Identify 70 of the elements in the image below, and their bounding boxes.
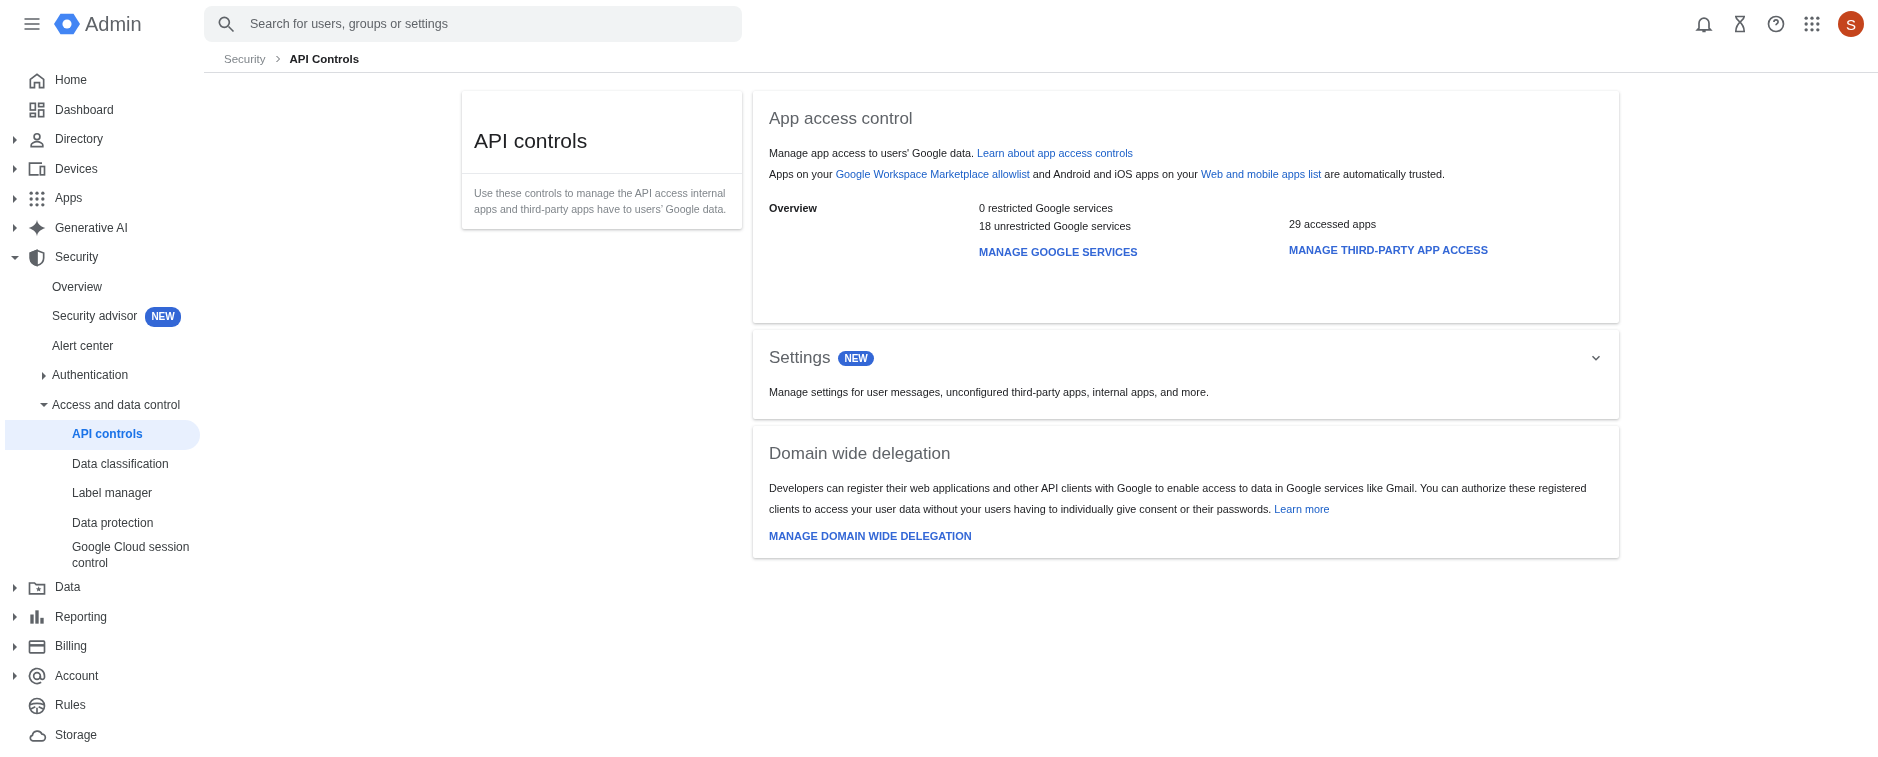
dashboard-icon: [27, 100, 47, 121]
nav-item[interactable]: Alert center: [5, 331, 200, 361]
nav-item[interactable]: Authentication: [5, 361, 200, 391]
caret-icon[interactable]: [11, 642, 19, 651]
caret-icon[interactable]: [11, 253, 19, 262]
nav-item[interactable]: Rules: [5, 691, 200, 721]
nav-item[interactable]: Data: [5, 573, 200, 603]
link[interactable]: Google Workspace Marketplace allowlist: [835, 168, 1030, 180]
nav-item[interactable]: Account: [5, 661, 200, 691]
link[interactable]: Learn more: [1274, 503, 1330, 515]
services-count: 18 unrestricted Google services: [979, 220, 1132, 232]
page-description: Use these controls to manage the API access internal apps and third-party apps have to users’ Google data.: [473, 186, 728, 217]
nav-item[interactable]: Dashboard: [5, 95, 200, 125]
search-field[interactable]: Search for users, groups or settings: [204, 6, 742, 42]
new-badge: NEW: [838, 350, 874, 366]
nav-item[interactable]: Home: [5, 66, 200, 96]
caret-icon[interactable]: [11, 165, 19, 174]
link[interactable]: Learn about app access controls: [976, 147, 1133, 159]
description-text: Manage settings for user messages, unconfigured third-party apps, internal apps, and more.: [769, 385, 1210, 400]
caret-icon[interactable]: [11, 613, 19, 622]
nav-item[interactable]: Generative AI: [5, 213, 200, 243]
description-text: Developers can register their web applications and other API clients with Google to enable access to data in Google services like Gmail. You can authorize these registered clients to access your user data without your users having to individually give consent or their passwords. Learn more: [769, 481, 1588, 517]
avatar[interactable]: S: [1838, 11, 1864, 37]
help-icon: [1766, 14, 1786, 34]
shield-icon: [27, 247, 47, 268]
at-sign-icon: [27, 666, 47, 687]
caret-icon[interactable]: [40, 401, 48, 410]
nav-item[interactable]: Security advisor NEW: [5, 302, 200, 332]
nav-item[interactable]: Security: [5, 243, 200, 273]
nav-item[interactable]: Label manager: [5, 479, 200, 509]
page-title: API controls: [462, 91, 742, 174]
caret-icon[interactable]: [11, 224, 19, 233]
description-text: Manage app access to users' Google data. Learn about app access controls: [769, 146, 1134, 161]
apps-grid-icon: [1802, 14, 1822, 34]
card-title: App access control: [769, 109, 913, 129]
caret-icon[interactable]: [40, 371, 48, 380]
breadcrumb-item: API Controls: [289, 53, 360, 65]
nav-item[interactable]: Apps: [5, 184, 200, 214]
nav-item[interactable]: API controls: [5, 420, 200, 450]
breadcrumb-item[interactable]: Security: [224, 53, 266, 65]
description-text: Apps on your Google Workspace Marketplace allowlist and Android and iOS apps on your Web and mobile apps list are automatically trusted.: [769, 167, 1446, 182]
services-count: 0 restricted Google services: [979, 202, 1114, 214]
caret-icon[interactable]: [11, 583, 19, 592]
nav-item[interactable]: Directory: [5, 125, 200, 155]
product-name: Admin: [85, 12, 142, 36]
manage-app-access-button[interactable]: MANAGE THIRD-PARTY APP ACCESS: [1289, 244, 1489, 256]
nav-item[interactable]: Overview: [5, 272, 200, 302]
nav-item[interactable]: Billing: [5, 632, 200, 662]
nav-item[interactable]: Storage: [5, 720, 200, 750]
nav-item[interactable]: Data classification: [5, 449, 200, 479]
nav-item[interactable]: Access and data control: [5, 390, 200, 420]
settings-card[interactable]: Settings NEW Manage settings for user messages, unconfigured third-party apps, internal apps, and more.: [753, 330, 1619, 419]
apps-count: 29 accessed apps: [1289, 218, 1378, 230]
new-badge: NEW: [145, 307, 181, 327]
card-title: Domain wide delegation: [769, 444, 951, 464]
nav-item[interactable]: Data protection: [5, 508, 200, 538]
card-title: Settings: [769, 348, 831, 368]
caret-icon[interactable]: [11, 135, 19, 144]
caret-icon[interactable]: [11, 194, 19, 203]
nav-item[interactable]: Devices: [5, 154, 200, 184]
nav-item[interactable]: Reporting: [5, 602, 200, 632]
nav-item[interactable]: Google Cloud session control: [5, 538, 200, 573]
caret-icon[interactable]: [11, 672, 19, 681]
hexagon-logo-icon: [54, 11, 80, 37]
bell-icon: [1694, 14, 1714, 34]
manage-services-button[interactable]: MANAGE GOOGLE SERVICES: [979, 246, 1138, 258]
manage-delegation-button[interactable]: MANAGE DOMAIN WIDE DELEGATION: [769, 530, 972, 542]
overview-label: Overview: [769, 202, 819, 216]
steering-wheel-icon: [27, 695, 47, 716]
link[interactable]: Web and mobile apps list: [1200, 168, 1322, 180]
